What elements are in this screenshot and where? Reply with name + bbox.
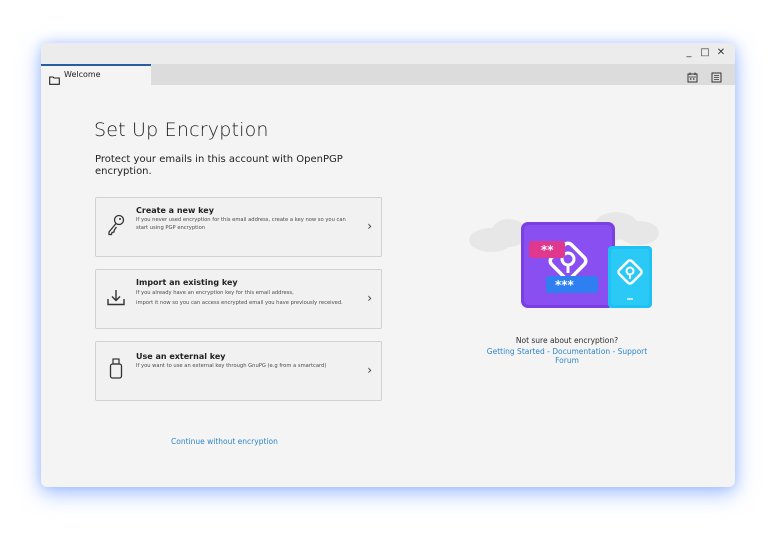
chevron-right-icon: ›	[367, 219, 372, 233]
folder-icon	[49, 70, 60, 89]
tab-welcome[interactable]: Welcome	[41, 64, 151, 85]
tab-label: Welcome	[64, 70, 101, 79]
documentation-link[interactable]: Documentation	[552, 347, 610, 356]
card-description: If you want to use an external key throu…	[136, 363, 327, 369]
card-title: Use an external key	[136, 352, 226, 361]
getting-started-link[interactable]: Getting Started	[487, 347, 545, 356]
use-external-key-card[interactable]: Use an external key If you want to use a…	[95, 341, 382, 401]
card-description-continued: import it now so you can access encrypte…	[136, 300, 343, 306]
import-icon	[106, 288, 126, 312]
chevron-right-icon: ›	[367, 363, 372, 377]
card-title: Create a new key	[136, 206, 214, 215]
card-description: If you never used encryption for this em…	[136, 217, 346, 231]
encryption-illustration: ** ***	[461, 188, 671, 322]
create-new-key-card[interactable]: Create a new key If you never used encry…	[95, 197, 382, 257]
page-title: Set Up Encryption	[94, 119, 269, 141]
close-button[interactable]: ✕	[714, 46, 728, 60]
page-subtitle: Protect your emails in this account with…	[95, 154, 343, 177]
link-separator: -	[610, 347, 618, 356]
app-window: _ □ ✕ Welcome Set Up Encryption Protect …	[41, 43, 735, 487]
minimize-button[interactable]: _	[682, 46, 696, 60]
continue-without-encryption-link[interactable]: Continue without encryption	[171, 437, 278, 446]
import-existing-key-card[interactable]: Import an existing key If you already ha…	[95, 269, 382, 329]
address-book-icon[interactable]	[711, 68, 722, 87]
card-title: Import an existing key	[136, 278, 238, 287]
key-icon	[106, 214, 126, 240]
tab-bar: Welcome	[41, 64, 735, 85]
titlebar: _ □ ✕	[41, 43, 735, 65]
usb-key-icon	[106, 358, 126, 384]
blue-badge-text: ***	[555, 278, 575, 292]
card-description: If you already have an encryption key fo…	[136, 290, 294, 296]
maximize-button[interactable]: □	[698, 46, 712, 60]
help-question: Not sure about encryption?	[515, 336, 619, 345]
pink-badge-text: **	[541, 243, 554, 257]
help-links: Getting Started - Documentation - Suppor…	[477, 347, 657, 365]
calendar-icon[interactable]	[687, 68, 698, 87]
chevron-right-icon: ›	[367, 291, 372, 305]
